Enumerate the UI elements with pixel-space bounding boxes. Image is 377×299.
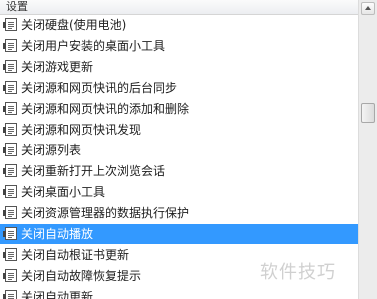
policy-setting-icon	[3, 269, 17, 282]
settings-list: 关闭硬盘(使用电池) 关闭用户安装的桌面小工具 关闭游戏更新关闭源和网页快讯的后台同…	[0, 15, 358, 299]
list-item-label: 关闭用户安装的桌面小工具	[21, 39, 166, 53]
list-item-label: 关闭重新打开上次浏览会话	[21, 164, 166, 178]
policy-setting-icon	[3, 290, 17, 299]
list-item-label: 关闭自动根证书更新	[21, 248, 130, 262]
scrollbar-thumb[interactable]	[361, 103, 375, 123]
policy-setting-icon	[3, 81, 17, 94]
policy-setting-icon	[3, 18, 17, 31]
column-header-label: 设置	[6, 0, 28, 13]
list-item[interactable]: 关闭重新打开上次浏览会话	[0, 161, 358, 181]
column-header-settings[interactable]: 设置	[0, 0, 358, 15]
list-item[interactable]: 关闭桌面小工具	[0, 182, 358, 202]
policy-setting-icon	[3, 206, 17, 219]
list-item[interactable]: 关闭自动播放	[0, 224, 358, 244]
list-item[interactable]: 关闭源和网页快讯的后台同步	[0, 78, 358, 98]
list-item-label: 关闭自动故障恢复提示	[21, 269, 142, 283]
list-item[interactable]: 关闭硬盘(使用电池)	[0, 15, 358, 35]
list-item[interactable]: 关闭源和网页快讯的添加和删除	[0, 99, 358, 119]
list-item[interactable]: 关闭自动故障恢复提示	[0, 266, 358, 286]
list-item-label: 关闭自动播放	[21, 227, 94, 241]
list-item-label: 关闭源和网页快讯发现	[21, 123, 142, 137]
list-item-label: 关闭桌面小工具	[21, 185, 106, 199]
list-item[interactable]: 关闭自动根证书更新	[0, 245, 358, 265]
policy-setting-icon	[3, 227, 17, 240]
policy-setting-icon	[3, 123, 17, 136]
list-item-label: 关闭源列表	[21, 143, 82, 157]
vertical-scrollbar[interactable]	[358, 0, 377, 299]
list-item-label: 关闭自动更新	[21, 290, 94, 299]
policy-setting-icon	[3, 248, 17, 261]
policy-setting-icon	[3, 143, 17, 156]
list-item-label: 关闭源和网页快讯的添加和删除	[21, 102, 190, 116]
list-item[interactable]: 关闭自动更新	[0, 287, 358, 299]
scroll-up-arrow-icon[interactable]	[361, 2, 375, 15]
list-item[interactable]: 关闭用户安装的桌面小工具	[0, 36, 358, 56]
policy-setting-icon	[3, 39, 17, 52]
list-item[interactable]: 关闭资源管理器的数据执行保护	[0, 203, 358, 223]
policy-setting-icon	[3, 102, 17, 115]
list-item-label: 关闭游戏更新	[21, 60, 94, 74]
policy-setting-icon	[3, 185, 17, 198]
list-item-label: 关闭资源管理器的数据执行保护	[21, 206, 190, 220]
list-item[interactable]: 关闭源列表	[0, 140, 358, 160]
list-item-label: 关闭硬盘(使用电池)	[21, 18, 127, 32]
list-item[interactable]: 关闭源和网页快讯发现	[0, 120, 358, 140]
list-item-label: 关闭源和网页快讯的后台同步	[21, 81, 178, 95]
list-item[interactable]: 关闭游戏更新	[0, 57, 358, 77]
policy-setting-icon	[3, 60, 17, 73]
policy-setting-icon	[3, 164, 17, 177]
